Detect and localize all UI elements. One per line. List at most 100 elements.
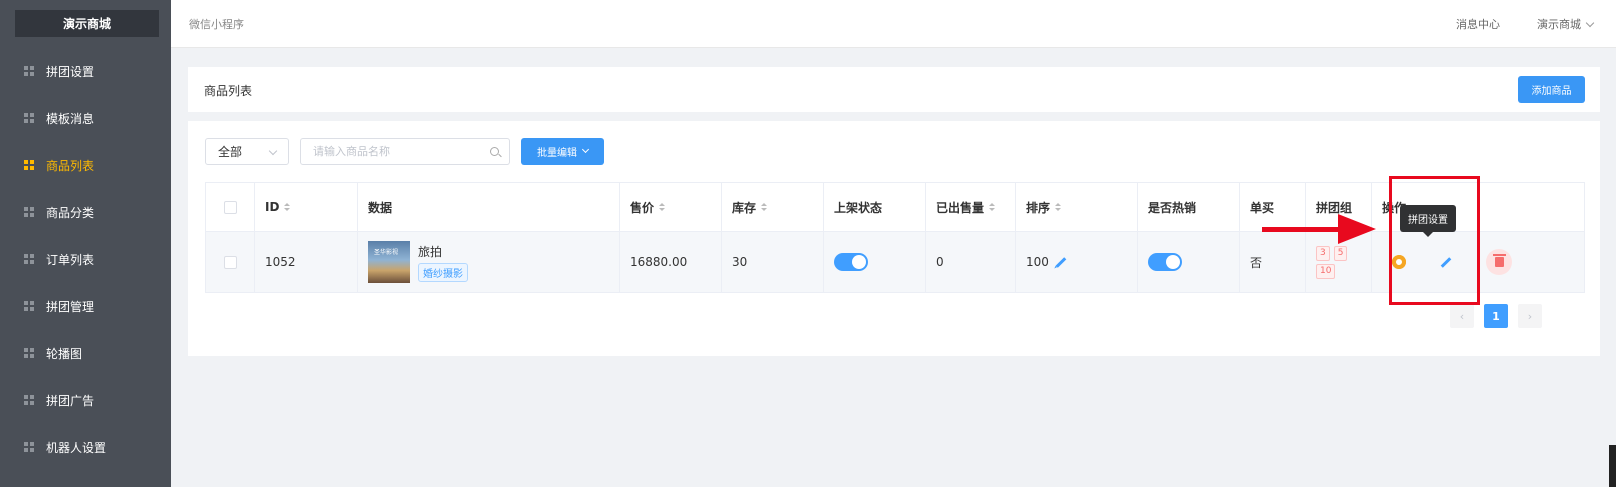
table-header: ID 数据 售价 库存 上架状态 已出售量 排序 是否热销 单买 拼团组 操作 [206,183,1584,232]
column-single-buy: 单买 [1240,183,1306,231]
sidebar-item-bot-settings[interactable]: 机器人设置 [0,424,171,470]
grid-icon [24,66,34,76]
sidebar-item-label: 拼团设置 [46,64,95,79]
sidebar-item-product-list[interactable]: 商品列表 [0,142,171,188]
batch-edit-label: 批量编辑 [537,148,577,159]
sidebar-item-group-management[interactable]: 拼团管理 [0,283,171,329]
top-header: 微信小程序 消息中心 演示商城 [171,0,1616,48]
sidebar-item-label: 拼团广告 [46,393,95,408]
grid-icon [24,160,34,170]
single-buy-value: 否 [1250,255,1263,270]
group-size-tag: 10 [1316,263,1336,279]
product-search-input[interactable] [301,139,471,164]
column-stock[interactable]: 库存 [722,183,824,231]
sort-icon[interactable] [989,203,996,211]
column-sold-label: 已出售量 [936,200,985,215]
sidebar-item-label: 轮播图 [46,346,83,361]
column-shelf-status-label: 上架状态 [834,200,883,215]
pagination-next-button[interactable]: › [1518,304,1542,328]
product-category-tag: 婚纱摄影 [418,262,468,282]
product-table: ID 数据 售价 库存 上架状态 已出售量 排序 是否热销 单买 拼团组 操作 … [205,182,1585,293]
highlight-arrow-shaft [1262,227,1342,232]
sidebar: 演示商城 拼团设置 模板消息 商品列表 商品分类 订单列表 拼团管理 轮播图 拼… [0,0,171,487]
column-hot: 是否热销 [1138,183,1240,231]
column-data: 数据 [358,183,620,231]
sidebar-item-carousel[interactable]: 轮播图 [0,330,171,376]
column-price-label: 售价 [630,200,655,215]
sidebar-item-label: 模板消息 [46,111,95,126]
highlight-box [1389,176,1480,305]
product-search-box[interactable] [300,138,510,165]
group-size-tag: 3 [1316,245,1330,261]
page-title-card: 商品列表 添加商品 [188,67,1600,112]
user-menu[interactable]: 演示商城 [1537,16,1595,32]
column-hot-label: 是否热销 [1148,200,1197,215]
column-groups-label: 拼团组 [1316,200,1353,215]
page-title: 商品列表 [204,84,253,98]
chevron-down-icon [1585,18,1595,28]
batch-edit-button[interactable]: 批量编辑 [521,138,604,165]
product-stock: 30 [732,255,748,269]
hot-sale-toggle[interactable] [1148,253,1182,271]
product-id: 1052 [265,255,296,269]
chevron-down-icon [268,146,278,156]
edit-sort-icon[interactable] [1055,256,1067,268]
column-sort-label: 排序 [1026,200,1051,215]
shelf-status-toggle[interactable] [834,253,868,271]
sidebar-item-label: 拼团管理 [46,299,95,314]
trash-icon [1492,254,1506,267]
breadcrumb[interactable]: 微信小程序 [189,16,244,32]
grid-icon [24,301,34,311]
grid-icon [24,442,34,452]
grid-icon [24,348,34,358]
pagination-prev-button[interactable]: ‹ [1450,304,1474,328]
sidebar-item-group-ads[interactable]: 拼团广告 [0,377,171,423]
sort-icon[interactable] [1055,203,1062,211]
search-icon[interactable] [490,147,499,156]
column-sort[interactable]: 排序 [1016,183,1138,231]
status-filter-value: 全部 [218,145,243,159]
sidebar-item-label: 商品分类 [46,205,95,220]
sidebar-item-group-settings[interactable]: 拼团设置 [0,48,171,94]
grid-icon [24,254,34,264]
delete-button[interactable] [1486,249,1512,275]
product-info: 旅拍 婚纱摄影 [418,243,468,282]
select-all-checkbox[interactable] [223,200,237,214]
sort-icon[interactable] [659,203,666,211]
highlight-arrow-icon [1338,214,1376,244]
chevron-down-icon [581,145,590,154]
product-sold: 0 [936,255,944,269]
row-checkbox[interactable] [223,255,237,269]
sort-icon[interactable] [284,203,291,211]
sidebar-item-product-categories[interactable]: 商品分类 [0,189,171,235]
column-shelf-status: 上架状态 [824,183,926,231]
status-filter-select[interactable]: 全部 [205,138,289,165]
sort-icon[interactable] [761,203,768,211]
product-thumbnail[interactable]: 圣华影视 [368,241,410,283]
sidebar-item-label: 商品列表 [46,158,95,173]
group-sizes: 3 5 10 [1316,245,1348,279]
column-stock-label: 库存 [732,200,757,215]
column-price[interactable]: 售价 [620,183,722,231]
table-row: 1052 圣华影视 旅拍 婚纱摄影 16880.00 30 0 100 否 3 … [206,232,1584,292]
grid-icon [24,113,34,123]
thumbnail-caption: 圣华影视 [374,249,399,256]
message-center-link[interactable]: 消息中心 [1456,16,1500,32]
add-product-button[interactable]: 添加商品 [1518,76,1585,103]
sidebar-item-label: 机器人设置 [46,440,107,455]
product-name: 旅拍 [418,244,443,259]
sidebar-item-template-messages[interactable]: 模板消息 [0,95,171,141]
pagination-page-1[interactable]: 1 [1484,304,1508,328]
grid-icon [24,207,34,217]
sidebar-item-order-list[interactable]: 订单列表 [0,236,171,282]
column-sold[interactable]: 已出售量 [926,183,1016,231]
column-id[interactable]: ID [255,183,358,231]
column-id-label: ID [265,200,280,214]
sidebar-brand: 演示商城 [15,10,159,37]
scrollbar[interactable] [1609,445,1616,487]
product-price: 16880.00 [630,255,688,269]
group-size-tag: 5 [1333,245,1348,261]
user-menu-label: 演示商城 [1537,18,1581,31]
column-single-buy-label: 单买 [1250,200,1275,215]
grid-icon [24,395,34,405]
